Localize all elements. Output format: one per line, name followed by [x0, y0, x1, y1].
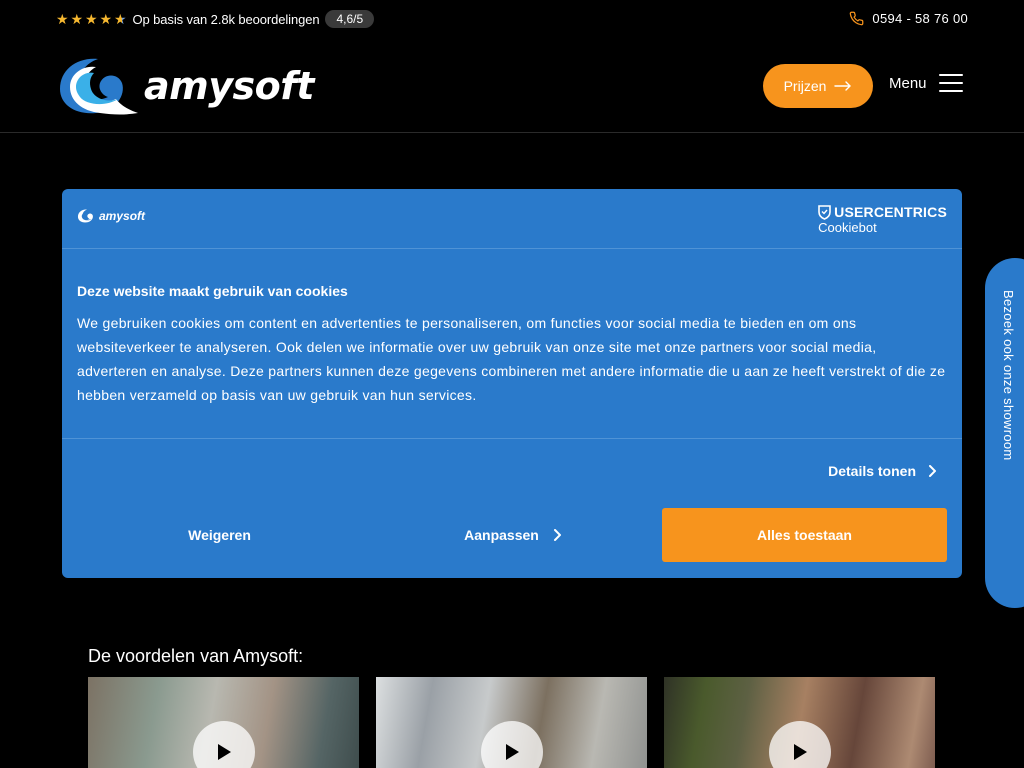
menu-label: Menu — [889, 74, 927, 92]
cookie-dialog-title: Deze website maakt gebruik van cookies — [77, 283, 348, 299]
play-icon — [506, 744, 519, 760]
rating-score-badge: 4,6/5 — [325, 10, 375, 28]
cookie-dialog-body: Deze website maakt gebruik van cookies W… — [62, 249, 962, 439]
site-logo[interactable]: amysoft — [56, 55, 314, 117]
prices-button[interactable]: Prijzen — [763, 64, 873, 108]
video-thumbnail[interactable] — [664, 677, 935, 768]
video-thumbnail[interactable] — [88, 677, 359, 768]
advantages-title: De voordelen van Amysoft: — [88, 646, 304, 666]
star-icon: ★ — [85, 11, 98, 27]
wave-logo-icon — [60, 58, 138, 115]
wave-logo-icon — [77, 209, 93, 223]
usercentrics-text: USERCENTRICS — [834, 204, 947, 220]
customize-button[interactable]: Aanpassen — [370, 508, 655, 562]
site-header: amysoft Prijzen Menu — [0, 38, 1024, 133]
refuse-button[interactable]: Weigeren — [77, 508, 362, 562]
cookiebot-text: Cookiebot — [818, 220, 877, 235]
star-icon: ★ — [99, 11, 113, 27]
cookie-logo-text: amysoft — [99, 209, 146, 223]
cookie-button-row: Weigeren Aanpassen Alles toestaan — [62, 508, 962, 562]
chevron-right-icon — [929, 465, 936, 477]
customize-label: Aanpassen — [464, 527, 539, 543]
showroom-side-tab-label: Bezoek ook onze showroom — [1001, 290, 1016, 461]
rating-stars: ★ ★ ★ ★ ★ — [56, 12, 129, 26]
rating-text: Op basis van 2.8k beoordelingen — [132, 11, 320, 27]
star-icon: ★ — [70, 11, 84, 27]
play-button[interactable] — [769, 721, 831, 768]
showroom-side-tab[interactable]: Bezoek ook onze showroom — [985, 258, 1024, 608]
star-icon: ★ — [56, 11, 69, 27]
menu-button[interactable]: Menu — [889, 74, 963, 92]
hamburger-icon — [938, 74, 963, 92]
top-bar: ★ ★ ★ ★ ★ Op basis van 2.8k beoordelinge… — [0, 0, 1024, 38]
phone-number: 0594 - 58 76 00 — [872, 11, 968, 26]
play-icon — [218, 744, 231, 760]
show-details-link[interactable]: Details tonen — [828, 463, 936, 479]
usercentrics-wordmark: USERCENTRICS — [818, 204, 947, 220]
video-thumbnail[interactable] — [376, 677, 647, 768]
cookie-dialog-logo: amysoft — [77, 208, 145, 224]
prices-button-label: Prijzen — [783, 78, 827, 94]
phone-icon — [850, 11, 864, 26]
usercentrics-logo[interactable]: USERCENTRICS Cookiebot — [818, 204, 947, 235]
half-star-icon: ★ — [114, 11, 127, 27]
shield-icon — [818, 204, 831, 220]
arrow-right-icon — [834, 81, 852, 91]
play-button[interactable] — [193, 721, 255, 768]
logo-text: amysoft — [144, 64, 314, 108]
rating-summary[interactable]: ★ ★ ★ ★ ★ Op basis van 2.8k beoordelinge… — [56, 9, 375, 29]
allow-all-button[interactable]: Alles toestaan — [662, 508, 947, 562]
phone-link[interactable]: 0594 - 58 76 00 — [849, 11, 968, 26]
play-icon — [794, 744, 807, 760]
play-button[interactable] — [481, 721, 543, 768]
cookie-dialog-text: We gebruiken cookies om content en adver… — [77, 315, 946, 403]
show-details-label: Details tonen — [828, 463, 916, 479]
cookie-consent-dialog: amysoft USERCENTRICS Cookiebot Deze webs… — [62, 189, 962, 578]
chevron-right-icon — [553, 529, 561, 541]
cookie-dialog-header: amysoft USERCENTRICS Cookiebot — [62, 189, 962, 249]
